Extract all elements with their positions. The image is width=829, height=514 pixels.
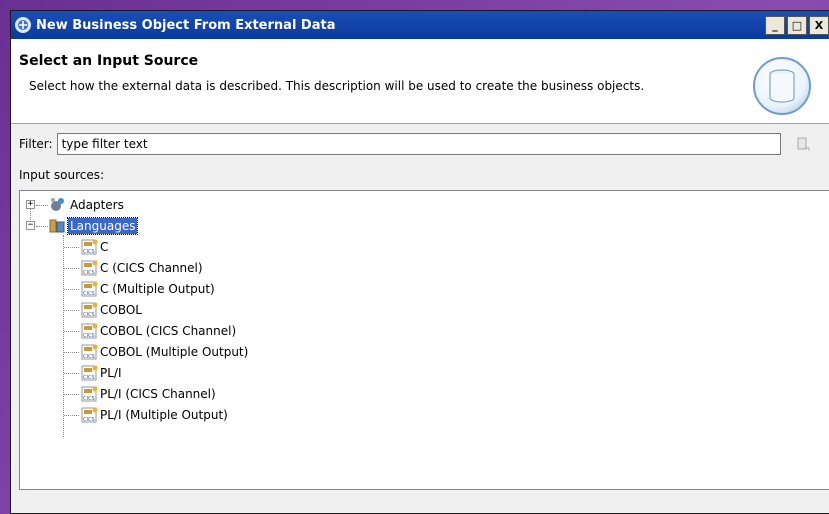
svg-text:CICS: CICS	[83, 249, 95, 255]
wizard-header: Select an Input Source Select how the ex…	[11, 39, 829, 124]
tree-connector	[64, 247, 79, 248]
tree-item-label: COBOL (CICS Channel)	[100, 324, 237, 338]
tree-connector	[64, 373, 79, 374]
cics-language-icon: CICS	[81, 323, 99, 339]
svg-text:CICS: CICS	[83, 291, 95, 297]
tree-item-language[interactable]: CICS COBOL (CICS Channel)	[20, 321, 829, 342]
tree-item-label: C (Multiple Output)	[100, 282, 215, 296]
minimize-button[interactable]: _	[765, 15, 785, 35]
tree-connector	[64, 331, 79, 332]
filter-label: Filter:	[19, 137, 53, 151]
tree-connector	[64, 289, 79, 290]
cics-language-icon: CICS	[81, 302, 99, 318]
tree-item-label: C	[100, 240, 109, 254]
cics-language-icon: CICS	[81, 281, 99, 297]
tree-connector	[64, 415, 79, 416]
tree-item-language[interactable]: CICS PL/I (Multiple Output)	[20, 405, 829, 426]
tree-item-label: PL/I (CICS Channel)	[100, 387, 216, 401]
svg-text:CICS: CICS	[83, 417, 95, 423]
clear-filter-icon[interactable]	[795, 136, 811, 152]
languages-children: CICS C CICS C (CICS Channel) CICS C (Multiple…	[20, 237, 829, 426]
tree-item-label: PL/I	[100, 366, 122, 380]
tree-item-language[interactable]: CICS COBOL (Multiple Output)	[20, 342, 829, 363]
tree-item-label: PL/I (Multiple Output)	[100, 408, 228, 422]
tree-item-label: COBOL	[100, 303, 142, 317]
filter-input[interactable]	[56, 133, 781, 155]
tree-item-label: Languages	[66, 217, 139, 235]
maximize-button[interactable]: □	[787, 15, 807, 35]
languages-icon	[49, 218, 65, 234]
svg-text:CICS: CICS	[83, 354, 95, 360]
cics-language-icon: CICS	[81, 386, 99, 402]
database-cylinder-icon	[753, 57, 811, 115]
wizard-content: Filter: Input sources: +	[11, 124, 829, 490]
title-bar[interactable]: New Business Object From External Data _…	[11, 11, 829, 39]
dialog-window: New Business Object From External Data _…	[10, 10, 829, 514]
svg-text:CICS: CICS	[83, 312, 95, 318]
filter-row: Filter:	[19, 132, 829, 156]
cics-language-icon: CICS	[81, 365, 99, 381]
input-sources-label: Input sources:	[19, 168, 105, 182]
tree-item-language[interactable]: CICS C (CICS Channel)	[20, 258, 829, 279]
tree-connector	[64, 310, 79, 311]
tree-item-language[interactable]: CICS C (Multiple Output)	[20, 279, 829, 300]
app-icon	[15, 17, 31, 33]
cics-language-icon: CICS	[81, 407, 99, 423]
close-button[interactable]: X	[809, 15, 829, 35]
input-sources-tree[interactable]: + Adapters − Languages CICS C CICS C (CICS …	[19, 190, 829, 490]
window-title: New Business Object From External Data	[36, 17, 336, 33]
tree-item-language[interactable]: CICS PL/I (CICS Channel)	[20, 384, 829, 405]
collapse-icon[interactable]: −	[26, 221, 35, 230]
svg-text:CICS: CICS	[83, 396, 95, 402]
tree-item-label: COBOL (Multiple Output)	[100, 345, 249, 359]
desktop: New Business Object From External Data _…	[0, 0, 829, 514]
tree-item-languages[interactable]: − Languages	[20, 216, 829, 237]
page-title: Select an Input Source	[19, 53, 199, 69]
svg-text:CICS: CICS	[83, 270, 95, 276]
svg-text:CICS: CICS	[83, 375, 95, 381]
tree-connector	[64, 352, 79, 353]
adapters-icon	[49, 197, 65, 213]
tree-connector	[64, 268, 79, 269]
cics-language-icon: CICS	[81, 239, 99, 255]
cics-language-icon: CICS	[81, 260, 99, 276]
tree-item-label: C (CICS Channel)	[100, 261, 203, 275]
tree-item-language[interactable]: CICS PL/I	[20, 363, 829, 384]
tree-item-label: Adapters	[70, 198, 124, 212]
expand-icon[interactable]: +	[26, 200, 35, 209]
page-description: Select how the external data is describe…	[29, 79, 645, 93]
tree-item-adapters[interactable]: + Adapters	[20, 195, 829, 216]
cics-language-icon: CICS	[81, 344, 99, 360]
svg-text:CICS: CICS	[83, 333, 95, 339]
tree-item-language[interactable]: CICS C	[20, 237, 829, 258]
tree-item-language[interactable]: CICS COBOL	[20, 300, 829, 321]
tree-connector	[64, 394, 79, 395]
